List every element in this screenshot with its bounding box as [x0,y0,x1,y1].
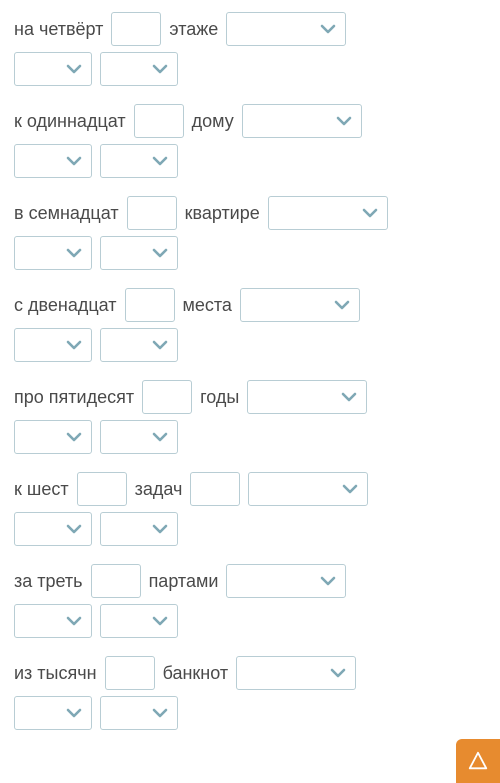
chevron-down-icon [151,614,169,628]
select-wide[interactable] [240,288,360,322]
exercise-line: к шест задач [14,472,486,506]
exercise-line [14,604,486,638]
exercise-line [14,512,486,546]
chevron-down-icon [333,298,351,312]
select-narrow[interactable] [100,512,178,546]
exercise-row: к одиннадцат дому [14,104,486,178]
select-narrow[interactable] [100,328,178,362]
select-wide[interactable] [226,564,346,598]
exercise-line: с двенадцат места [14,288,486,322]
exercise-row: из тысячн банкнот [14,656,486,730]
select-narrow[interactable] [14,144,92,178]
exercise-line [14,236,486,270]
select-narrow[interactable] [100,52,178,86]
phrase-text: про пятидесят [14,387,134,408]
phrase-text: дому [192,111,234,132]
chevron-down-icon [151,430,169,444]
chevron-down-icon [151,522,169,536]
blank-input[interactable] [190,472,240,506]
exercise-line: на четвёрт этаже [14,12,486,46]
chevron-down-icon [65,522,83,536]
select-wide[interactable] [226,12,346,46]
exercise-row: про пятидесят годы [14,380,486,454]
exercise-line: к одиннадцат дому [14,104,486,138]
chevron-down-icon [65,430,83,444]
exercise-line: из тысячн банкнот [14,656,486,690]
select-narrow[interactable] [100,236,178,270]
chevron-down-icon [341,482,359,496]
phrase-text: за треть [14,571,83,592]
blank-input[interactable] [77,472,127,506]
exercise-line: про пятидесят годы [14,380,486,414]
select-wide[interactable] [236,656,356,690]
exercise-line [14,420,486,454]
select-narrow[interactable] [14,52,92,86]
phrase-text: этаже [169,19,218,40]
select-narrow[interactable] [14,512,92,546]
exercise-row: в семнадцат квартире [14,196,486,270]
exercise-row: к шест задач [14,472,486,546]
exercise-line [14,696,486,730]
chevron-down-icon [151,246,169,260]
blank-input[interactable] [105,656,155,690]
chevron-down-icon [329,666,347,680]
blank-input[interactable] [142,380,192,414]
exercise-line [14,52,486,86]
select-wide[interactable] [268,196,388,230]
select-narrow[interactable] [14,328,92,362]
phrase-text: задач [135,479,183,500]
select-narrow[interactable] [14,604,92,638]
chevron-down-icon [335,114,353,128]
phrase-text: банкнот [163,663,229,684]
chevron-down-icon [65,338,83,352]
chevron-down-icon [65,62,83,76]
phrase-text: квартире [185,203,260,224]
phrase-text: из тысячн [14,663,97,684]
chevron-down-icon [340,390,358,404]
select-narrow[interactable] [100,604,178,638]
blank-input[interactable] [125,288,175,322]
exercise-line [14,328,486,362]
select-narrow[interactable] [14,696,92,730]
exercise-line: в семнадцат квартире [14,196,486,230]
exercise-line [14,144,486,178]
chevron-down-icon [319,574,337,588]
chevron-down-icon [151,338,169,352]
phrase-text: в семнадцат [14,203,119,224]
select-narrow[interactable] [14,420,92,454]
phrase-text: с двенадцат [14,295,117,316]
chevron-down-icon [65,246,83,260]
select-wide[interactable] [247,380,367,414]
chevron-down-icon [151,706,169,720]
chevron-down-icon [361,206,379,220]
chevron-down-icon [65,614,83,628]
phrase-text: к одиннадцат [14,111,126,132]
chevron-down-icon [151,62,169,76]
warning-icon [467,750,489,772]
phrase-text: на четвёрт [14,19,103,40]
phrase-text: годы [200,387,239,408]
phrase-text: места [183,295,232,316]
phrase-text: партами [149,571,219,592]
select-wide[interactable] [248,472,368,506]
exercise-row: на четвёрт этаже [14,12,486,86]
blank-input[interactable] [91,564,141,598]
chevron-down-icon [319,22,337,36]
select-narrow[interactable] [14,236,92,270]
chevron-down-icon [65,154,83,168]
chevron-down-icon [65,706,83,720]
blank-input[interactable] [111,12,161,46]
select-narrow[interactable] [100,696,178,730]
select-wide[interactable] [242,104,362,138]
phrase-text: к шест [14,479,69,500]
exercise-row: с двенадцат места [14,288,486,362]
select-narrow[interactable] [100,144,178,178]
blank-input[interactable] [127,196,177,230]
chevron-down-icon [151,154,169,168]
exercise-row: за треть партами [14,564,486,638]
exercise-line: за треть партами [14,564,486,598]
blank-input[interactable] [134,104,184,138]
select-narrow[interactable] [100,420,178,454]
help-badge[interactable] [456,739,500,783]
